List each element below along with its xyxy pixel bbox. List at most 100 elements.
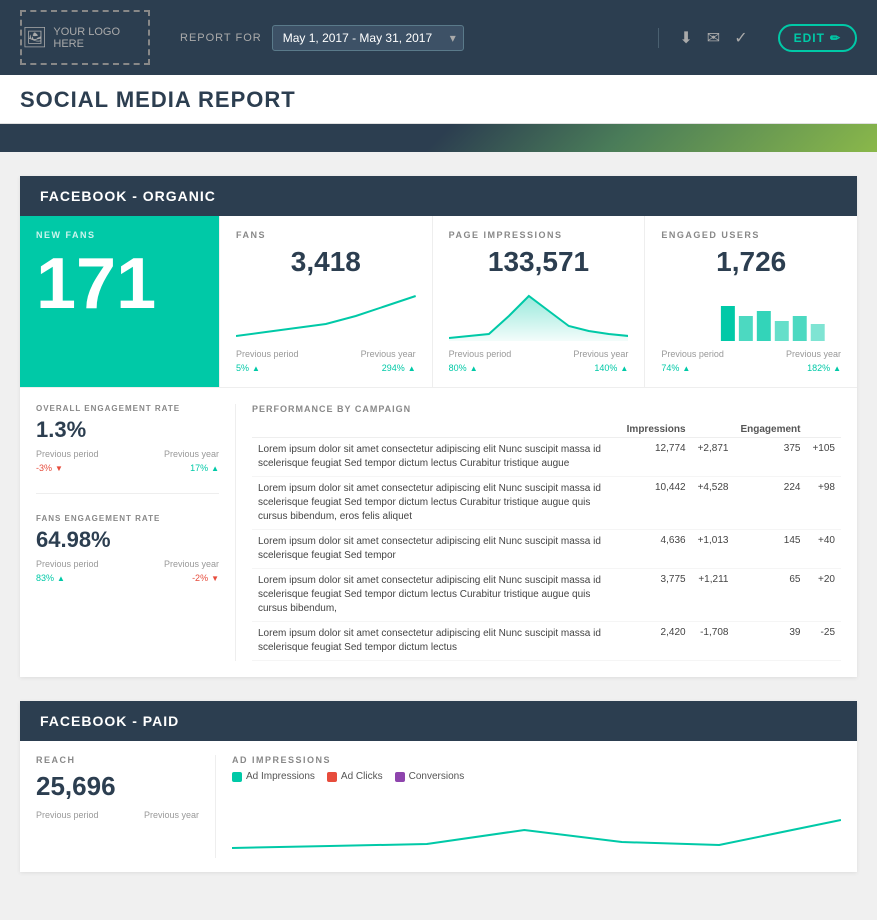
engaged-period-arrow [682, 363, 690, 373]
check-icon[interactable]: ✓ [734, 28, 747, 48]
legend-dot-teal [232, 772, 242, 782]
imp-delta-cell: +2,871 [692, 438, 735, 477]
fans-values-row: 5% 294% [236, 363, 416, 373]
table-row: Lorem ipsum dolor sit amet consectetur a… [252, 569, 841, 622]
main-content: FACEBOOK - ORGANIC NEW FANS 171 FANS 3,4… [0, 152, 877, 920]
col-header-imp-delta [692, 422, 735, 438]
engagement-cell: 39 [734, 622, 806, 661]
legend-dot-purple [395, 772, 405, 782]
eng-delta-cell: +105 [806, 438, 841, 477]
facebook-paid-header: FACEBOOK - PAID [20, 701, 857, 741]
email-icon[interactable]: ✉ [707, 28, 720, 48]
new-fans-value: 171 [36, 248, 203, 320]
engagement-cell: 375 [734, 438, 806, 477]
impressions-period-arrow [470, 363, 478, 373]
edit-pencil-icon: ✏ [830, 31, 841, 45]
fans-value: 3,418 [236, 246, 416, 278]
page-impressions-cell: PAGE IMPRESSIONS 133,571 [433, 216, 646, 387]
overall-engagement-value: 1.3% [36, 417, 219, 443]
facebook-paid-card: FACEBOOK - PAID REACH 25,696 Previous pe… [20, 701, 857, 872]
reach-value: 25,696 [36, 771, 199, 802]
table-row: Lorem ipsum dolor sit amet consectetur a… [252, 530, 841, 569]
impressions-year-arrow [620, 363, 628, 373]
campaign-text-cell: Lorem ipsum dolor sit amet consectetur a… [252, 530, 621, 569]
imp-delta-cell: +1,013 [692, 530, 735, 569]
legend-ad-impressions: Ad Impressions [232, 771, 315, 782]
impressions-chart [449, 286, 629, 341]
overall-engagement-block: OVERALL ENGAGEMENT RATE 1.3% Previous pe… [36, 404, 219, 494]
engagement-col: OVERALL ENGAGEMENT RATE 1.3% Previous pe… [36, 404, 236, 661]
fans-year-value: 294% [382, 363, 416, 373]
report-for-section: REPORT FOR May 1, 2017 - May 31, 2017 [180, 25, 464, 51]
date-range-select[interactable]: May 1, 2017 - May 31, 2017 [272, 25, 464, 51]
campaign-text-cell: Lorem ipsum dolor sit amet consectetur a… [252, 438, 621, 477]
campaign-text-cell: Lorem ipsum dolor sit amet consectetur a… [252, 622, 621, 661]
impressions-cell: 10,442 [621, 477, 692, 530]
eng-delta-cell: +98 [806, 477, 841, 530]
facebook-organic-card: FACEBOOK - ORGANIC NEW FANS 171 FANS 3,4… [20, 176, 857, 677]
fans-engagement-value: 64.98% [36, 527, 219, 553]
edit-button[interactable]: EDIT ✏ [778, 24, 857, 52]
legend-ad-clicks: Ad Clicks [327, 771, 383, 782]
imp-delta-cell: +4,528 [692, 477, 735, 530]
impressions-cell: 2,420 [621, 622, 692, 661]
logo-icon: 🖼 [22, 25, 47, 50]
fans-label: FANS [236, 230, 416, 240]
campaign-title: PERFORMANCE BY CAMPAIGN [252, 404, 841, 414]
table-row: Lorem ipsum dolor sit amet consectetur a… [252, 438, 841, 477]
paid-metrics-row: REACH 25,696 Previous period Previous ye… [20, 741, 857, 872]
fans-prev-year: Previous year [361, 349, 416, 359]
metrics-row: NEW FANS 171 FANS 3,418 [20, 216, 857, 388]
reach-cell: REACH 25,696 Previous period Previous ye… [36, 755, 216, 858]
ad-impressions-legend: Ad Impressions Ad Clicks Conversions [232, 771, 841, 782]
engagement-cell: 224 [734, 477, 806, 530]
fans-eng-year-arrow [211, 573, 219, 583]
impressions-cell: 4,636 [621, 530, 692, 569]
overall-period-arrow [55, 463, 63, 473]
overall-engagement-label: OVERALL ENGAGEMENT RATE [36, 404, 219, 413]
engaged-users-label: ENGAGED USERS [661, 230, 841, 240]
eng-delta-cell: +20 [806, 569, 841, 622]
col-header-engagement: Engagement [734, 422, 806, 438]
facebook-paid-body: REACH 25,696 Previous period Previous ye… [20, 741, 857, 872]
fans-year-arrow [408, 363, 416, 373]
date-range-wrapper[interactable]: May 1, 2017 - May 31, 2017 [272, 25, 464, 51]
edit-label: EDIT [794, 31, 825, 45]
reach-label: REACH [36, 755, 199, 765]
ad-impressions-col: AD IMPRESSIONS Ad Impressions Ad Clicks [232, 755, 841, 858]
new-fans-label: NEW FANS [36, 230, 203, 240]
logo-placeholder: 🖼 YOUR LOGO HERE [20, 10, 150, 65]
overall-year-arrow [211, 463, 219, 473]
bottom-section: OVERALL ENGAGEMENT RATE 1.3% Previous pe… [20, 388, 857, 677]
fans-engagement-block: FANS ENGAGEMENT RATE 64.98% Previous per… [36, 514, 219, 603]
imp-delta-cell: -1,708 [692, 622, 735, 661]
eng-delta-cell: +40 [806, 530, 841, 569]
impressions-period-row: Previous period Previous year [449, 349, 629, 359]
campaign-table: Impressions Engagement Lorem ipsum dolor… [252, 422, 841, 661]
engagement-cell: 145 [734, 530, 806, 569]
engaged-users-value: 1,726 [661, 246, 841, 278]
color-banner [0, 124, 877, 152]
fans-prev-period: Previous period [236, 349, 299, 359]
fans-engagement-label: FANS ENGAGEMENT RATE [36, 514, 219, 523]
engaged-chart [661, 286, 841, 341]
facebook-organic-header: FACEBOOK - ORGANIC [20, 176, 857, 216]
engagement-cell: 65 [734, 569, 806, 622]
report-for-label: REPORT FOR [180, 32, 262, 44]
download-icon[interactable]: ⬇ [679, 28, 692, 48]
page-impressions-value: 133,571 [449, 246, 629, 278]
campaign-text-cell: Lorem ipsum dolor sit amet consectetur a… [252, 477, 621, 530]
campaign-text-cell: Lorem ipsum dolor sit amet consectetur a… [252, 569, 621, 622]
page-title: SOCIAL MEDIA REPORT [20, 87, 857, 113]
campaign-col: PERFORMANCE BY CAMPAIGN Impressions Enga… [252, 404, 841, 661]
col-header-eng-delta [806, 422, 841, 438]
title-bar: SOCIAL MEDIA REPORT [0, 75, 877, 124]
legend-conversions: Conversions [395, 771, 465, 782]
col-header-impressions: Impressions [621, 422, 692, 438]
new-fans-cell: NEW FANS 171 [20, 216, 220, 387]
fans-period-row: Previous period Previous year [236, 349, 416, 359]
ad-impressions-chart [232, 790, 841, 850]
table-row: Lorem ipsum dolor sit amet consectetur a… [252, 477, 841, 530]
fans-period-arrow [252, 363, 260, 373]
fans-eng-period-arrow [57, 573, 65, 583]
